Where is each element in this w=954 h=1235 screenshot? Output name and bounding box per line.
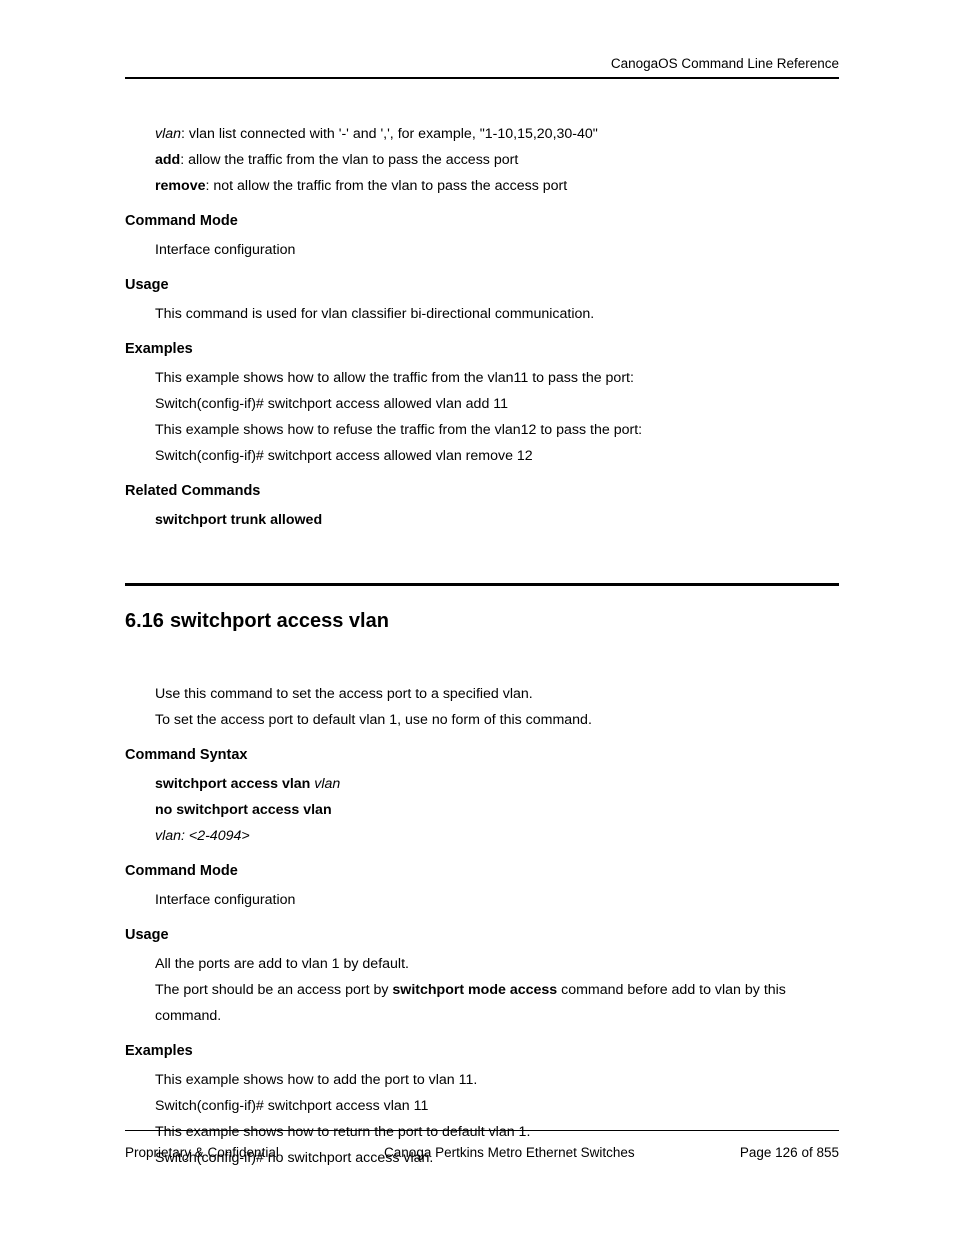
footer-left: Proprietary & Confidential	[125, 1145, 279, 1160]
page-footer: Proprietary & Confidential Canoga Pertki…	[125, 1130, 839, 1160]
section-intro: Use this command to set the access port …	[125, 681, 839, 733]
term-remove: remove	[155, 178, 205, 194]
syntax-line: no switchport access vlan	[155, 797, 839, 823]
example-line: This example shows how to refuse the tra…	[155, 417, 839, 443]
related-command: switchport trunk allowed	[125, 507, 839, 533]
heading-examples-2: Examples	[125, 1043, 839, 1059]
section-separator	[125, 583, 839, 586]
text-add: : allow the traffic from the vlan to pas…	[180, 152, 518, 168]
section-heading: 6.16 switchport access vlan	[125, 610, 839, 633]
syntax-cmd: switchport access vlan	[155, 776, 314, 792]
heading-command-mode: Command Mode	[125, 213, 839, 229]
command-mode-text-2: Interface configuration	[125, 887, 839, 913]
syntax-line: vlan: <2-4094>	[155, 823, 839, 849]
command-mode-text: Interface configuration	[125, 237, 839, 263]
usage-text-a: The port should be an access port by	[155, 982, 392, 998]
heading-syntax: Command Syntax	[125, 747, 839, 763]
syntax-arg: vlan	[314, 776, 340, 792]
term-vlan: vlan	[155, 126, 181, 142]
heading-usage: Usage	[125, 277, 839, 293]
text-remove: : not allow the traffic from the vlan to…	[205, 178, 567, 194]
def-vlan: vlan: vlan list connected with '-' and '…	[155, 121, 839, 147]
heading-examples: Examples	[125, 341, 839, 357]
example-line: Switch(config-if)# switchport access vla…	[155, 1093, 839, 1119]
heading-command-mode-2: Command Mode	[125, 863, 839, 879]
intro-line: Use this command to set the access port …	[155, 681, 839, 707]
syntax-line: switchport access vlan vlan	[155, 771, 839, 797]
def-remove: remove: not allow the traffic from the v…	[155, 173, 839, 199]
usage-line: All the ports are add to vlan 1 by defau…	[155, 951, 839, 977]
example-line: This example shows how to add the port t…	[155, 1067, 839, 1093]
text-vlan: : vlan list connected with '-' and ',', …	[181, 126, 598, 142]
section-number: 6.16	[125, 610, 164, 633]
section-title-text: switchport access vlan	[170, 610, 389, 632]
heading-related: Related Commands	[125, 483, 839, 499]
usage-line: The port should be an access port by swi…	[155, 977, 839, 1029]
usage-block-2: All the ports are add to vlan 1 by defau…	[125, 951, 839, 1029]
heading-usage-2: Usage	[125, 927, 839, 943]
example-line: Switch(config-if)# switchport access all…	[155, 443, 839, 469]
intro-line: To set the access port to default vlan 1…	[155, 707, 839, 733]
example-line: Switch(config-if)# switchport access all…	[155, 391, 839, 417]
header-title: CanogaOS Command Line Reference	[611, 56, 839, 71]
example-line: This example shows how to allow the traf…	[155, 365, 839, 391]
def-add: add: allow the traffic from the vlan to …	[155, 147, 839, 173]
param-definitions: vlan: vlan list connected with '-' and '…	[125, 121, 839, 199]
page-header: CanogaOS Command Line Reference	[125, 56, 839, 79]
examples-block: This example shows how to allow the traf…	[125, 365, 839, 469]
page: CanogaOS Command Line Reference vlan: vl…	[0, 0, 954, 1235]
term-add: add	[155, 152, 180, 168]
syntax-block: switchport access vlan vlan no switchpor…	[125, 771, 839, 849]
usage-text: This command is used for vlan classifier…	[125, 301, 839, 327]
usage-text-bold: switchport mode access	[392, 982, 557, 998]
footer-right: Page 126 of 855	[740, 1145, 839, 1160]
footer-center: Canoga Pertkins Metro Ethernet Switches	[384, 1145, 635, 1160]
